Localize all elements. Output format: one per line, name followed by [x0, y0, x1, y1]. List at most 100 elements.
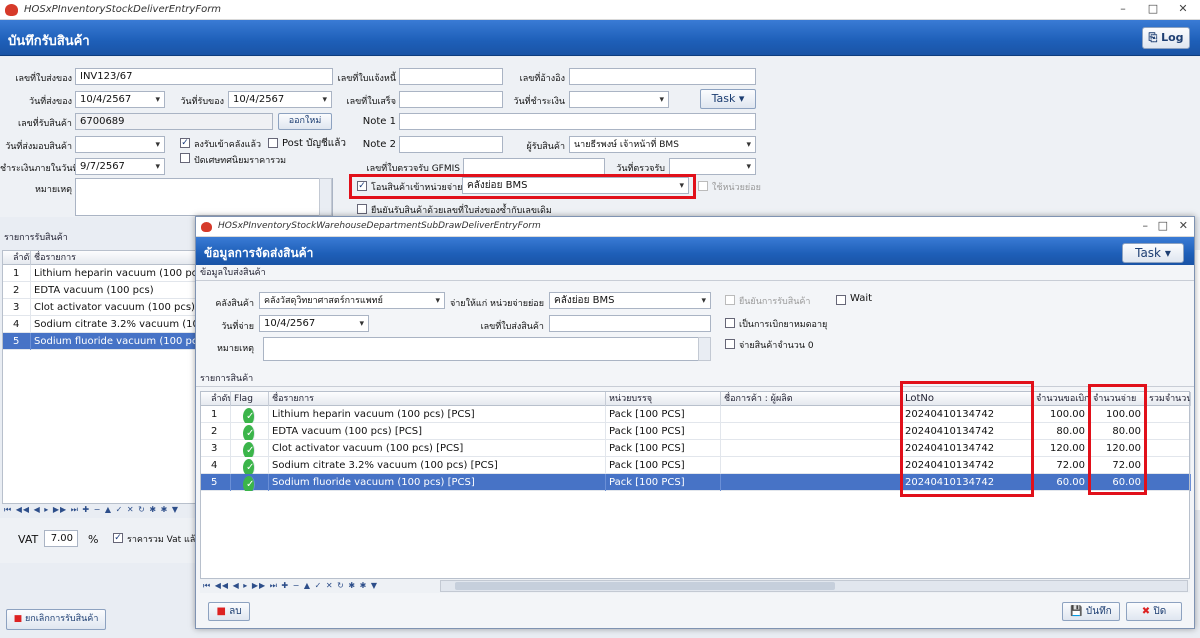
log-button[interactable]: ⎘ Log [1142, 27, 1190, 49]
table-row[interactable]: 2 EDTA vacuum (100 pcs) [3, 282, 199, 299]
minimize-icon[interactable]: – [1108, 2, 1138, 15]
dialog-grid-footer[interactable]: ⏮ ◀◀ ◀ ▸ ▶▶ ⏭ ✚ − ▲ ✓ ✕ ↻ ✱ ✱ ▼ [200, 579, 1190, 593]
zero-qty-checkbox[interactable] [725, 339, 735, 349]
row-total [1146, 457, 1191, 474]
receipt-no-field[interactable] [399, 91, 503, 108]
row-number: 3 [3, 299, 31, 316]
dialog-remark-field[interactable] [263, 337, 711, 361]
row-number: 3 [201, 440, 231, 457]
note1-label: Note 1 [362, 116, 396, 127]
row-total [1146, 423, 1191, 440]
doc-no-field[interactable] [549, 315, 711, 332]
receive-date-label: วันที่รับของ [180, 97, 224, 107]
confirm-receive-checkbox[interactable] [725, 295, 735, 305]
table-row[interactable]: 5 ✓ Sodium fluoride vacuum (100 pcs) [PCS]… [201, 474, 1191, 491]
vat-field[interactable]: 7.00 [44, 530, 78, 547]
dialog-remark-label: หมายเหตุ [216, 344, 254, 354]
table-row[interactable]: 1 Lithium heparin vacuum (100 pcs) [3, 265, 199, 282]
check-date-field[interactable] [669, 158, 756, 175]
dialog-minimize-icon[interactable]: – [1143, 219, 1149, 232]
transfer-label: โอนสินค้าเข้าหน่วยจ่าย [371, 183, 463, 193]
delete-button[interactable]: ■ ลบ [208, 602, 250, 621]
row-total [1146, 406, 1191, 423]
zero-qty-label: จ่ายสินค้าจำนวน 0 [739, 341, 814, 351]
send-date-field[interactable] [75, 136, 165, 153]
delivery-date-field[interactable]: 10/4/2567 [75, 91, 165, 108]
save-button[interactable]: 💾 บันทึก [1062, 602, 1120, 621]
to-stock-checkbox[interactable]: ✓ [180, 138, 190, 148]
round-checkbox[interactable] [180, 153, 190, 163]
row-name: Lithium heparin vacuum (100 pcs) [31, 265, 199, 282]
main-grid-header: ลำดับ ชื่อรายการ [3, 251, 199, 265]
dialog-remark-scrollbar[interactable] [698, 337, 711, 361]
note2-label: Note 2 [362, 139, 396, 150]
dialog-items-grid[interactable]: ลำดับ Flag ชื่อรายการ หน่วยบรรจุ ชื่อการ… [200, 391, 1191, 579]
row-unit: Pack [100 PCS] [606, 457, 721, 474]
table-row[interactable]: 4Sodium citrate 3.2% vacuum (100 pcs) [3, 316, 199, 333]
confirm-duplicate-checkbox[interactable] [357, 204, 367, 214]
issue-to-label: จ่ายให้แก่ หน่วยจ่ายย่อย [449, 299, 544, 309]
ref-no-field[interactable] [569, 68, 756, 85]
wait-checkbox[interactable] [836, 295, 846, 305]
row-name: Sodium citrate 3.2% vacuum (100 pcs) [31, 316, 199, 333]
pay-date-label: วันที่ชำระเงิน [513, 97, 565, 107]
post-checkbox[interactable] [268, 138, 278, 148]
row-flag: ✓ [231, 423, 269, 440]
row-flag: ✓ [231, 474, 269, 491]
dialog-title: ข้อมูลการจัดส่งสินค้า [204, 246, 314, 260]
vat-include-checkbox[interactable]: ✓ [113, 533, 123, 543]
main-grid-navigator[interactable]: ⏮ ◀◀ ◀ ▸ ▶▶ ⏭ ✚ − ▲ ✓ ✕ ↻ ✱ ✱ ▼ [4, 505, 179, 515]
row-unit: Pack [100 PCS] [606, 440, 721, 457]
issue-date-field[interactable]: 10/4/2567 [259, 315, 369, 332]
vat-unit: % [88, 533, 99, 546]
check-circle-icon: ✓ [243, 408, 255, 423]
row-requested: 60.00 [1033, 474, 1090, 491]
main-items-grid[interactable]: ลำดับ ชื่อรายการ 1Lithium heparin vacuum… [2, 250, 199, 504]
gfmis-field[interactable] [463, 158, 605, 175]
new-number-button[interactable]: ออกใหม่ [278, 113, 332, 130]
issue-to-select[interactable]: คลังย่อย BMS [549, 292, 711, 309]
note2-field[interactable] [399, 136, 503, 153]
check-circle-icon: ✓ [243, 476, 255, 491]
note1-field[interactable] [399, 113, 756, 130]
task-button[interactable]: Task ▾ [700, 89, 756, 109]
dialog-grid-navigator[interactable]: ⏮ ◀◀ ◀ ▸ ▶▶ ⏭ ✚ − ▲ ✓ ✕ ↻ ✱ ✱ ▼ [203, 581, 378, 591]
pay-date-field[interactable] [569, 91, 669, 108]
warehouse-select[interactable]: คลังวัสดุวิทยาศาสตร์การแพทย์ [259, 292, 445, 309]
row-trade [721, 474, 902, 491]
table-row[interactable]: 4 ✓ Sodium citrate 3.2% vacuum (100 pcs) [… [201, 457, 1191, 474]
debt-no-field[interactable] [399, 68, 503, 85]
cancel-receive-button[interactable]: ■ ยกเลิกการรับสินค้า [6, 609, 106, 630]
table-row[interactable]: 5 Sodium fluoride vacuum (100 pcs) [3, 333, 199, 350]
use-sub-checkbox[interactable] [698, 181, 708, 191]
dialog-task-button[interactable]: Task ▾ [1122, 243, 1184, 263]
list-section-title: รายการรับสินค้า [4, 233, 68, 243]
scroll-thumb[interactable] [455, 582, 835, 590]
vat-label: VAT [18, 533, 39, 546]
row-trade [721, 440, 902, 457]
remark-scrollbar[interactable] [319, 178, 332, 216]
remark-field[interactable] [75, 178, 333, 216]
invoice-no-field[interactable]: INV123/67 [75, 68, 333, 85]
pay-within-field[interactable]: 9/7/2567 [75, 158, 165, 175]
expired-checkbox[interactable] [725, 318, 735, 328]
delivery-date-label: วันที่ส่งของ [29, 97, 72, 107]
dialog-maximize-icon[interactable]: □ [1158, 219, 1168, 232]
table-row[interactable]: 2 ✓ EDTA vacuum (100 pcs) [PCS] Pack [100 P… [201, 423, 1191, 440]
table-row[interactable]: 1 ✓ Lithium heparin vacuum (100 pcs) [PCS]… [201, 406, 1191, 423]
transfer-unit-select[interactable]: คลังย่อย BMS [462, 177, 689, 194]
dialog-info-section: ข้อมูลใบส่งสินค้า [196, 267, 1194, 281]
lotno-highlight [900, 381, 1034, 497]
close-button[interactable]: ✖ ปิด [1126, 602, 1182, 621]
close-x-icon: ✖ [1141, 606, 1154, 617]
dialog-close-icon[interactable]: ✕ [1179, 219, 1188, 232]
receive-date-field[interactable]: 10/4/2567 [228, 91, 332, 108]
table-row[interactable]: 3 Clot activator vacuum (100 pcs) [3, 299, 199, 316]
transfer-checkbox[interactable]: ✓ [357, 181, 367, 191]
receiver-field[interactable]: นายธีรพงษ์ เจ้าหน้าที่ BMS [569, 136, 756, 153]
maximize-icon[interactable]: □ [1138, 2, 1168, 15]
dialog-horizontal-scrollbar[interactable] [440, 580, 1188, 592]
close-icon[interactable]: ✕ [1168, 2, 1198, 15]
table-row[interactable]: 3 ✓ Clot activator vacuum (100 pcs) [PCS] P… [201, 440, 1191, 457]
confirm-receive-label: ยืนยันการรับสินค้า [739, 297, 811, 307]
